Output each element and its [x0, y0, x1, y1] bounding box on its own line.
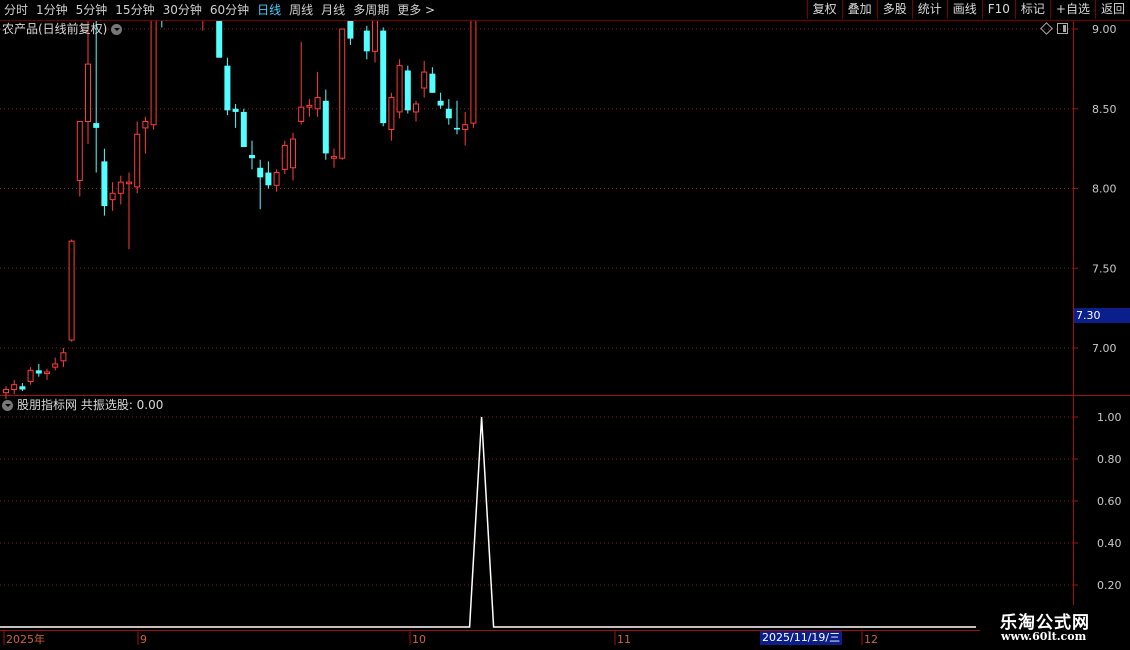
- watermark-url: www.60lt.com: [1001, 630, 1087, 643]
- current-price-tag: 7.30: [1074, 308, 1130, 323]
- candle-body-up: [298, 106, 305, 123]
- more-label: 更多: [397, 3, 422, 17]
- date-tick-label: 9: [140, 633, 147, 646]
- indicator-tick-label: 0.40: [1097, 537, 1122, 550]
- price-tick-label: 9.00: [1092, 23, 1117, 36]
- candle-body-up: [331, 156, 337, 159]
- candlestick-chart[interactable]: 10.5010.009.509.008.508.007.507.001.000.…: [0, 0, 1130, 650]
- date-tick-label: 12: [864, 633, 878, 646]
- candle-body-up: [314, 97, 321, 110]
- candle-body-up: [109, 192, 116, 201]
- price-tick-label: 8.50: [1092, 103, 1117, 116]
- tab-weekly[interactable]: 周线: [285, 0, 317, 20]
- toolbar: 分时 1分钟 5分钟 15分钟 30分钟 60分钟 日线 周线 月线 多周期 更…: [0, 0, 1130, 21]
- candle-body-up: [306, 105, 313, 108]
- indicator-tick-label: 1.00: [1097, 411, 1122, 424]
- chevron-down-icon[interactable]: [2, 399, 13, 411]
- indicator-title-bar: 股朋指标网 共振选股: 0.00: [2, 397, 163, 413]
- main-chart-title: 农产品(日线前复权): [2, 21, 123, 37]
- indicator-line: [0, 416, 976, 628]
- date-tick-label: 2025年: [6, 632, 45, 646]
- multi-stock-button[interactable]: 多股: [876, 0, 912, 19]
- fuquan-button[interactable]: 复权: [806, 0, 842, 19]
- candle-body-down: [322, 100, 329, 154]
- tab-30min[interactable]: 30分钟: [159, 0, 206, 20]
- date-tick-label: 10: [412, 633, 426, 646]
- candle-body-up: [396, 65, 403, 113]
- diamond-icon[interactable]: [1040, 22, 1053, 35]
- candle-body-down: [232, 108, 239, 112]
- back-button[interactable]: 返回: [1094, 0, 1130, 19]
- candle-body-up: [76, 121, 83, 182]
- candle-body-down: [404, 70, 411, 111]
- tab-more[interactable]: 更多 >: [393, 0, 439, 20]
- chart-corner-icons: [1040, 22, 1068, 35]
- candle-body-up: [413, 103, 419, 113]
- tab-monthly[interactable]: 月线: [317, 0, 349, 20]
- candle-body-down: [240, 111, 247, 148]
- stats-button[interactable]: 统计: [911, 0, 947, 19]
- candle-body-down: [257, 167, 264, 178]
- candle-body-down: [380, 30, 387, 124]
- indicator-tick-label: 0.60: [1097, 495, 1122, 508]
- indicator-tick-label: 0.80: [1097, 453, 1122, 466]
- candle-body-up: [388, 97, 395, 130]
- chevron-right-icon: >: [421, 3, 436, 17]
- candle-body-up: [273, 172, 280, 186]
- candle-body-up: [11, 384, 18, 390]
- candle-body-up: [126, 181, 132, 185]
- overlay-button[interactable]: 叠加: [841, 0, 877, 19]
- mark-button[interactable]: 标记: [1014, 0, 1050, 19]
- price-tick-label: 7.50: [1092, 262, 1117, 275]
- candle-body-down: [454, 127, 460, 130]
- date-tick-label: 11: [617, 633, 631, 646]
- f10-button[interactable]: F10: [981, 0, 1015, 19]
- candle-body-up: [60, 352, 67, 362]
- draw-line-button[interactable]: 画线: [946, 0, 982, 19]
- candle-body-down: [363, 30, 370, 52]
- tab-15min[interactable]: 15分钟: [111, 0, 158, 20]
- candle-body-down: [101, 161, 108, 207]
- candle-body-up: [27, 369, 34, 382]
- candle-body-down: [445, 108, 452, 119]
- tab-daily[interactable]: 日线: [253, 0, 285, 20]
- price-tick-label: 8.00: [1092, 183, 1117, 196]
- chevron-down-icon[interactable]: [111, 23, 123, 35]
- price-tick-label: 7.00: [1092, 342, 1117, 355]
- cursor-date-tag: 2025/11/19/三: [760, 631, 843, 645]
- stock-title: 农产品(日线前复权): [2, 22, 108, 36]
- candle-body-up: [52, 363, 59, 368]
- candle-body-down: [224, 65, 231, 111]
- add-watchlist-button[interactable]: +自选: [1049, 0, 1095, 19]
- candle-body-up: [134, 133, 141, 188]
- candle-body-down: [19, 386, 26, 390]
- candle-body-up: [3, 388, 9, 394]
- candle-body-down: [429, 73, 436, 93]
- candle-body-down: [249, 155, 255, 159]
- candle-body-up: [68, 240, 75, 341]
- candle-body-up: [142, 121, 149, 129]
- tab-5min[interactable]: 5分钟: [72, 0, 112, 20]
- candle-body-up: [339, 28, 346, 159]
- tab-multi-period[interactable]: 多周期: [349, 0, 393, 20]
- indicator-title: 股朋指标网 共振选股: 0.00: [17, 398, 164, 412]
- candle-body-down: [35, 370, 42, 374]
- toolbar-buttons: 复权 叠加 多股 统计 画线 F10 标记 +自选 返回: [806, 0, 1130, 20]
- tab-60min[interactable]: 60分钟: [206, 0, 253, 20]
- candle-body-up: [117, 181, 124, 194]
- candle-body-down: [93, 123, 100, 128]
- candle-body-up: [290, 138, 296, 169]
- candle-body-up: [44, 371, 50, 375]
- period-tabs: 分时 1分钟 5分钟 15分钟 30分钟 60分钟 日线 周线 月线 多周期 更…: [0, 0, 439, 20]
- tab-1min[interactable]: 1分钟: [32, 0, 72, 20]
- candle-body-up: [85, 63, 91, 123]
- candle-body-down: [265, 172, 272, 186]
- panel-toggle-icon[interactable]: [1057, 23, 1068, 34]
- tab-fenshi[interactable]: 分时: [0, 0, 32, 20]
- candle-body-up: [281, 144, 288, 170]
- candle-body-up: [462, 124, 469, 130]
- candle-body-down: [437, 100, 444, 106]
- indicator-tick-label: 0.20: [1097, 579, 1122, 592]
- candle-body-up: [421, 71, 428, 89]
